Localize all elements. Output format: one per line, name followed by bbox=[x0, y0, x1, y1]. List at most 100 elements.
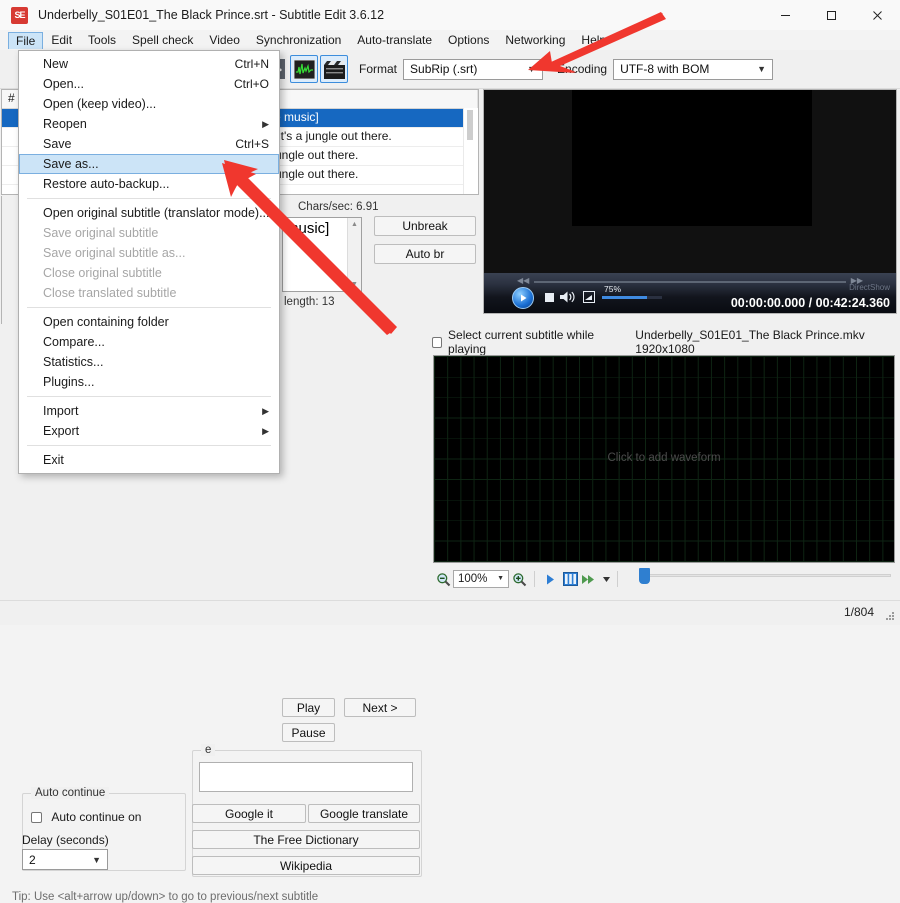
free-dictionary-button[interactable]: The Free Dictionary bbox=[192, 830, 420, 849]
waveform-display[interactable]: Click to add waveform bbox=[433, 355, 895, 563]
menu-item-statistics[interactable]: Statistics... bbox=[19, 352, 279, 372]
play-button-small[interactable]: Play bbox=[282, 698, 335, 717]
zoom-in-icon[interactable] bbox=[509, 569, 529, 589]
chevron-down-icon: ▼ bbox=[497, 575, 504, 582]
minimize-button[interactable] bbox=[762, 0, 808, 30]
maximize-button[interactable] bbox=[808, 0, 854, 30]
delay-label: Delay (seconds) bbox=[22, 833, 109, 847]
subtitle-edit-window: SE Underbelly_S01E01_The Black Prince.sr… bbox=[0, 0, 900, 625]
select-current-subtitle-checkbox[interactable] bbox=[432, 337, 442, 348]
auto-br-button[interactable]: Auto br bbox=[374, 244, 476, 264]
menu-item-reopen[interactable]: Reopen▶ bbox=[19, 114, 279, 134]
google-it-button[interactable]: Google it bbox=[192, 804, 306, 823]
translate-input[interactable] bbox=[199, 762, 413, 792]
waveform-zoom-combobox[interactable]: 100% ▼ bbox=[453, 570, 509, 588]
menu-item-new[interactable]: NewCtrl+N bbox=[19, 54, 279, 74]
menu-item-open[interactable]: Open...Ctrl+O bbox=[19, 74, 279, 94]
volume-icon[interactable] bbox=[560, 290, 576, 304]
volume-percent-label: 75% bbox=[604, 284, 621, 294]
menu-networking[interactable]: Networking bbox=[497, 31, 573, 49]
window-title: Underbelly_S01E01_The Black Prince.srt -… bbox=[38, 8, 384, 22]
menu-item-label: Close translated subtitle bbox=[43, 286, 176, 300]
menu-item-label: Import bbox=[43, 404, 78, 418]
video-player[interactable]: ◀◀ ▶▶ 75% DirectShow 00:00:00.000 / 00:4… bbox=[483, 89, 897, 314]
menu-item-label: Save bbox=[43, 137, 72, 151]
volume-slider[interactable] bbox=[602, 296, 662, 299]
menu-item-label: Restore auto-backup... bbox=[43, 177, 169, 191]
pause-button[interactable]: Pause bbox=[282, 723, 335, 742]
menu-item-open-original-subtitle[interactable]: Open original subtitle (translator mode)… bbox=[19, 203, 279, 223]
delay-combobox[interactable]: 2 ▼ bbox=[22, 849, 108, 870]
chevron-up-icon[interactable]: ▲ bbox=[348, 218, 361, 231]
auto-continue-checkbox[interactable] bbox=[31, 812, 42, 823]
chevron-down-icon: ▼ bbox=[757, 60, 766, 79]
seek-slider[interactable] bbox=[534, 281, 846, 283]
format-combobox[interactable]: SubRip (.srt) ▼ bbox=[403, 59, 543, 80]
menu-item-plugins[interactable]: Plugins... bbox=[19, 372, 279, 392]
fast-forward-icon[interactable] bbox=[580, 569, 600, 589]
menu-item-open-keep-video[interactable]: Open (keep video)... bbox=[19, 94, 279, 114]
fullscreen-icon[interactable] bbox=[583, 291, 595, 303]
video-toggle-icon[interactable] bbox=[320, 55, 348, 83]
menu-spell-check[interactable]: Spell check bbox=[124, 31, 201, 49]
subtitle-list-scrollbar[interactable] bbox=[463, 108, 478, 194]
menu-item-exit[interactable]: Exit bbox=[19, 450, 279, 470]
auto-continue-checkbox-row[interactable]: Auto continue on bbox=[31, 810, 141, 824]
menu-item-save[interactable]: SaveCtrl+S bbox=[19, 134, 279, 154]
menu-item-save-as[interactable]: Save as... bbox=[19, 154, 279, 174]
menu-item-save-original-subtitle: Save original subtitle bbox=[19, 223, 279, 243]
menu-item-compare[interactable]: Compare... bbox=[19, 332, 279, 352]
encoding-combobox[interactable]: UTF-8 with BOM ▼ bbox=[613, 59, 773, 80]
menu-synchronization[interactable]: Synchronization bbox=[248, 31, 349, 49]
menu-item-label: Open... bbox=[43, 77, 84, 91]
delay-value: 2 bbox=[29, 853, 36, 867]
resize-grip-icon[interactable] bbox=[885, 611, 895, 621]
chevron-down-icon[interactable]: ▼ bbox=[348, 278, 361, 291]
menu-edit[interactable]: Edit bbox=[43, 31, 80, 49]
format-value: SubRip (.srt) bbox=[410, 62, 477, 76]
menu-auto-translate[interactable]: Auto-translate bbox=[349, 31, 440, 49]
file-menu-dropdown[interactable]: NewCtrl+N Open...Ctrl+O Open (keep video… bbox=[18, 50, 280, 474]
fast-forward-dropdown-icon[interactable] bbox=[600, 569, 612, 589]
menu-item-label: Open containing folder bbox=[43, 315, 169, 329]
video-controls: ◀◀ ▶▶ 75% DirectShow 00:00:00.000 / 00:4… bbox=[484, 273, 896, 313]
rewind-icon[interactable]: ◀◀ bbox=[517, 276, 529, 285]
menu-options[interactable]: Options bbox=[440, 31, 497, 49]
menu-help[interactable]: Help bbox=[573, 31, 614, 49]
waveform-header: Select current subtitle while playing Un… bbox=[432, 333, 896, 351]
menu-file[interactable]: File bbox=[8, 32, 43, 49]
next-button[interactable]: Next > bbox=[344, 698, 416, 717]
waveform-toolbar-separator-2 bbox=[617, 571, 618, 587]
menu-item-import[interactable]: Import▶ bbox=[19, 401, 279, 421]
waveform-toggle-icon[interactable] bbox=[290, 55, 318, 83]
menu-separator bbox=[27, 445, 271, 446]
close-button[interactable] bbox=[854, 0, 900, 30]
text-scrollbar[interactable]: ▲ ▼ bbox=[347, 218, 361, 291]
menu-item-open-containing-folder[interactable]: Open containing folder bbox=[19, 312, 279, 332]
menu-separator bbox=[27, 307, 271, 308]
menu-item-label: Open original subtitle (translator mode)… bbox=[43, 206, 270, 220]
menu-tools[interactable]: Tools bbox=[80, 31, 124, 49]
slider-thumb[interactable] bbox=[639, 568, 650, 584]
menu-item-restore-auto-backup[interactable]: Restore auto-backup... bbox=[19, 174, 279, 194]
volume-fill bbox=[602, 296, 647, 299]
play-button[interactable] bbox=[512, 287, 534, 309]
zoom-out-icon[interactable] bbox=[433, 569, 453, 589]
menu-video[interactable]: Video bbox=[201, 31, 247, 49]
format-label: Format bbox=[359, 62, 397, 76]
scrollbar-thumb[interactable] bbox=[467, 110, 473, 140]
menu-item-close-translated-subtitle: Close translated subtitle bbox=[19, 283, 279, 303]
chevron-right-icon: ▶ bbox=[262, 426, 269, 437]
subtitle-text-input[interactable]: music] ▲ ▼ bbox=[282, 217, 362, 292]
google-translate-button[interactable]: Google translate bbox=[308, 804, 420, 823]
unbreak-button[interactable]: Unbreak bbox=[374, 216, 476, 236]
wikipedia-button[interactable]: Wikipedia bbox=[192, 856, 420, 875]
waveform-position-slider[interactable] bbox=[639, 572, 891, 578]
menu-item-export[interactable]: Export▶ bbox=[19, 421, 279, 441]
spectrogram-icon[interactable] bbox=[560, 569, 580, 589]
stop-button[interactable] bbox=[545, 293, 554, 302]
video-screen[interactable] bbox=[484, 90, 896, 273]
waveform-toolbar: 100% ▼ bbox=[433, 566, 895, 592]
menu-item-label: Plugins... bbox=[43, 375, 94, 389]
waveform-play-icon[interactable] bbox=[540, 569, 560, 589]
